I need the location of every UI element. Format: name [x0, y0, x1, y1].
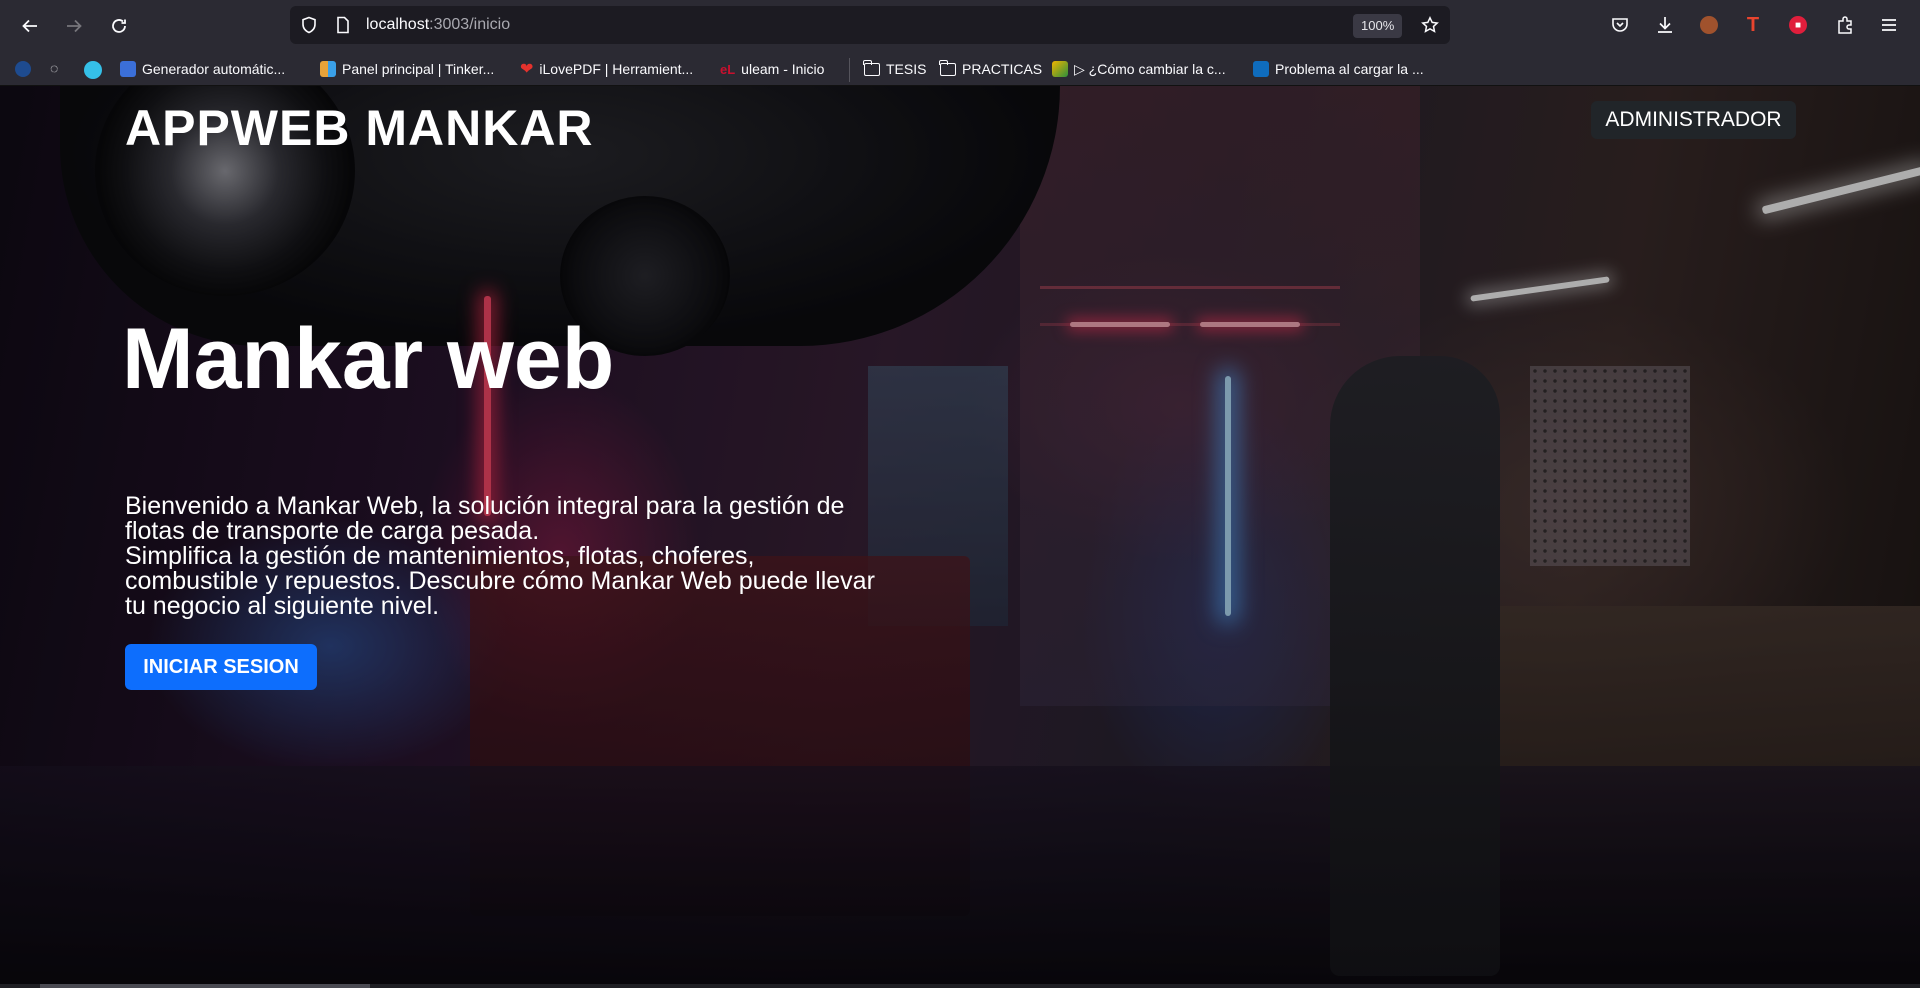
bookmark-label: PRACTICAS [962, 61, 1043, 77]
bookmark-ilovepdf[interactable]: ❤ iLovePDF | Herramient... [520, 58, 693, 80]
hero-description: Bienvenido a Mankar Web, la solución int… [125, 494, 885, 619]
bookmark-favicon-1[interactable] [15, 61, 31, 77]
url-path: :3003/inicio [429, 16, 511, 33]
extensions-puzzle-icon[interactable] [1834, 14, 1856, 36]
hero-text-features: Simplifica la gestión de mantenimientos,… [125, 542, 875, 620]
bookmark-favicon-c[interactable] [84, 61, 102, 79]
bookmark-folder-practicas[interactable]: PRACTICAS [939, 58, 1043, 80]
hero-text-welcome: Bienvenido a Mankar Web, la solución int… [125, 492, 845, 545]
bookmark-label: Generador automátic... [142, 61, 286, 77]
brand-title[interactable]: APPWEB MANKAR [125, 99, 594, 157]
bookmark-label: iLovePDF | Herramient... [539, 61, 694, 77]
star-icon[interactable] [1421, 16, 1439, 34]
bookmark-folder-tesis[interactable]: TESIS [863, 58, 927, 80]
shield-icon[interactable] [300, 16, 318, 34]
document-icon [120, 61, 136, 77]
browser-toolbar: localhost:3003/inicio 100% T ■ [0, 0, 1920, 52]
bookmark-label: uleam - Inicio [741, 61, 825, 77]
folder-icon [863, 59, 880, 76]
arrow-right-icon [67, 19, 82, 33]
hero-title: Mankar web [122, 311, 615, 407]
bookmark-problema-cargar[interactable]: Problema al cargar la ... [1253, 58, 1424, 80]
extension-avatar-icon[interactable] [1698, 14, 1720, 36]
url-host: localhost [366, 16, 430, 33]
uleam-icon: eL [720, 61, 736, 77]
bookmarks-separator [849, 58, 850, 82]
heart-icon: ❤ [520, 61, 534, 78]
pocket-icon[interactable] [1609, 14, 1631, 36]
download-icon[interactable] [1654, 14, 1676, 36]
bookmark-label: Problema al cargar la ... [1275, 61, 1424, 77]
hero-section: APPWEB MANKAR ADMINISTRADOR Mankar web B… [0, 86, 1920, 988]
address-bar[interactable]: localhost:3003/inicio 100% [290, 6, 1450, 44]
outlook-icon [1253, 61, 1269, 77]
zoom-level-badge[interactable]: 100% [1353, 14, 1403, 38]
horizontal-scrollbar[interactable] [0, 984, 1920, 988]
menu-hamburger-icon[interactable] [1878, 14, 1900, 36]
bookmark-label: TESIS [886, 61, 927, 77]
bookmark-label: Panel principal | Tinker... [342, 61, 495, 77]
extension-t-icon[interactable]: T [1742, 14, 1764, 36]
arrow-left-icon [22, 19, 37, 33]
reload-button[interactable] [103, 10, 135, 42]
back-button[interactable] [14, 10, 46, 42]
url-text[interactable]: localhost:3003/inicio [366, 16, 510, 34]
bookmark-label: ▷ ¿Cómo cambiar la c... [1074, 60, 1226, 77]
bookmark-como-cambiar[interactable]: ▷ ¿Cómo cambiar la c... [1052, 58, 1226, 80]
bookmark-loading-icon[interactable]: ◌ [50, 60, 58, 76]
scrollbar-thumb[interactable] [40, 984, 370, 988]
login-button[interactable]: INICIAR SESION [125, 644, 317, 690]
folder-icon [939, 59, 956, 76]
forward-button[interactable] [58, 10, 90, 42]
extension-lock-icon[interactable]: ■ [1787, 14, 1809, 36]
bookmark-tinkercad[interactable]: Panel principal | Tinker... [320, 58, 494, 80]
bookmark-uleam[interactable]: eL uleam - Inicio [720, 58, 824, 80]
admin-button[interactable]: ADMINISTRADOR [1591, 101, 1796, 139]
tinkercad-icon [320, 61, 336, 77]
stack-icon [1052, 61, 1068, 77]
bookmark-generador[interactable]: Generador automátic... [120, 58, 285, 80]
reload-icon [112, 19, 126, 33]
page-icon[interactable] [334, 16, 352, 34]
